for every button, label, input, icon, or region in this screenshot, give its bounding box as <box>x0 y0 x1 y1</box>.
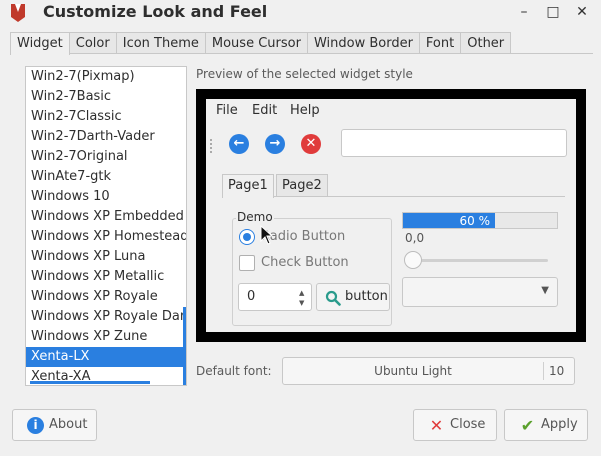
apply-label: Apply <box>541 417 578 432</box>
list-item[interactable]: Windows XP Royale Dark <box>26 307 186 327</box>
chevron-down-icon: ▼ <box>541 285 549 296</box>
preview-frame: File Edit Help ← → ✕ Page1 Page2 Demo Ra… <box>196 89 586 342</box>
tab-icon-theme[interactable]: Icon Theme <box>115 32 206 54</box>
check-button[interactable] <box>239 255 255 271</box>
font-chooser-button[interactable]: Ubuntu Light 10 <box>282 357 575 385</box>
list-scrollbar[interactable] <box>183 307 186 385</box>
radio-button[interactable] <box>239 229 255 245</box>
list-item[interactable]: Win2-7Basic <box>26 87 186 107</box>
scale-track[interactable] <box>410 259 548 262</box>
window-title: Customize Look and Feel <box>43 2 268 21</box>
preview-menubar: File Edit Help <box>206 99 576 121</box>
list-item[interactable]: Windows XP Embedded <box>26 207 186 227</box>
menu-file[interactable]: File <box>216 103 238 118</box>
tab-bar: Widget Color Icon Theme Mouse Cursor Win… <box>10 32 512 55</box>
tab-widget[interactable]: Widget <box>10 32 70 55</box>
list-hscrollbar[interactable] <box>30 381 150 384</box>
font-size: 10 <box>549 364 565 378</box>
tab-other[interactable]: Other <box>460 32 512 54</box>
list-item-selected[interactable]: Xenta-LX <box>26 347 186 367</box>
tab-color[interactable]: Color <box>68 32 117 54</box>
preview-content: File Edit Help ← → ✕ Page1 Page2 Demo Ra… <box>206 99 576 332</box>
search-icon <box>325 290 341 306</box>
list-item[interactable]: Windows XP Homestead <box>26 227 186 247</box>
toolbar-grip[interactable] <box>210 139 212 153</box>
close-icon: ✕ <box>429 416 444 435</box>
close-button[interactable]: ✕ Close <box>413 409 497 441</box>
close-window-button[interactable]: ✕ <box>571 1 593 23</box>
list-item[interactable]: Windows XP Zune <box>26 327 186 347</box>
spin-value: 0 <box>247 289 256 304</box>
customize-window: Customize Look and Feel – □ ✕ Widget Col… <box>0 0 601 456</box>
spin-down-icon[interactable]: ▼ <box>299 299 307 307</box>
tab-page1[interactable]: Page1 <box>222 174 274 198</box>
forward-icon[interactable]: → <box>265 134 285 154</box>
list-item[interactable]: Win2-7Original <box>26 147 186 167</box>
apply-button[interactable]: ✔ Apply <box>504 409 588 441</box>
info-icon: i <box>27 417 44 434</box>
list-item[interactable]: Windows XP Luna <box>26 247 186 267</box>
tab-font[interactable]: Font <box>418 32 462 54</box>
mouse-cursor-icon <box>260 224 274 250</box>
stop-icon[interactable]: ✕ <box>301 134 321 154</box>
check-icon: ✔ <box>520 416 535 435</box>
font-separator <box>543 362 544 380</box>
list-item[interactable]: Win2-7(Pixmap) <box>26 67 186 87</box>
menu-help[interactable]: Help <box>290 103 320 118</box>
app-icon <box>9 3 27 23</box>
list-item[interactable]: Win2-7Darth-Vader <box>26 127 186 147</box>
preview-button[interactable]: button <box>316 283 390 311</box>
close-label: Close <box>450 417 486 432</box>
list-item[interactable]: Windows XP Royale <box>26 287 186 307</box>
preview-entry[interactable] <box>341 129 567 157</box>
spin-up-icon[interactable]: ▲ <box>299 289 307 297</box>
theme-list[interactable]: Win2-7(Pixmap) Win2-7Basic Win2-7Classic… <box>25 66 187 386</box>
title-bar: Customize Look and Feel – □ ✕ <box>0 0 601 26</box>
progress-bar: 60 % <box>402 212 558 229</box>
maximize-button[interactable]: □ <box>542 1 564 23</box>
spin-button[interactable]: 0 ▲ ▼ <box>238 283 312 311</box>
scale-knob[interactable] <box>404 251 422 269</box>
tab-window-border[interactable]: Window Border <box>306 32 420 54</box>
about-label: About <box>49 417 88 432</box>
minimize-button[interactable]: – <box>513 1 535 23</box>
default-font-label: Default font: <box>196 364 272 378</box>
font-name: Ubuntu Light <box>374 364 452 378</box>
scale-value: 0,0 <box>405 231 425 245</box>
list-item[interactable]: Win2-7Classic <box>26 107 186 127</box>
progress-text: 60 % <box>459 214 491 228</box>
combo-box[interactable]: ▼ <box>402 277 558 307</box>
menu-edit[interactable]: Edit <box>252 103 277 118</box>
tab-mouse-cursor[interactable]: Mouse Cursor <box>204 32 308 54</box>
list-item[interactable]: Windows XP Metallic <box>26 267 186 287</box>
list-item[interactable]: Windows 10 <box>26 187 186 207</box>
list-item[interactable]: WinAte7-gtk <box>26 167 186 187</box>
preview-button-label: button <box>345 289 388 304</box>
demo-frame-label: Demo <box>236 210 274 224</box>
preview-label: Preview of the selected widget style <box>196 67 413 81</box>
about-button[interactable]: i About <box>12 409 97 441</box>
check-label[interactable]: Check Button <box>261 255 349 270</box>
back-icon[interactable]: ← <box>229 134 249 154</box>
tab-page2[interactable]: Page2 <box>276 174 328 197</box>
